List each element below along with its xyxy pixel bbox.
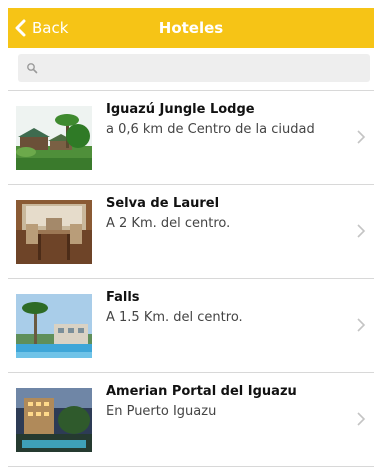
- hotel-row-amerian-portal-del-iguazu[interactable]: Amerian Portal del Iguazu En Puerto Igua…: [8, 373, 374, 467]
- hotel-row-iguazu-jungle-lodge[interactable]: Iguazú Jungle Lodge a 0,6 km de Centro d…: [8, 91, 374, 185]
- hotel-row-selva-de-laurel[interactable]: Selva de Laurel A 2 Km. del centro.: [8, 185, 374, 279]
- search-input[interactable]: [44, 60, 368, 76]
- search-icon: [27, 63, 38, 74]
- hotel-thumbnail-selva-de-laurel: [16, 200, 92, 264]
- search-bar: [8, 48, 374, 90]
- chevron-right-icon: [357, 130, 366, 144]
- chevron-left-icon: [15, 19, 26, 37]
- search-field-container[interactable]: [18, 54, 370, 82]
- hotel-name: Selva de Laurel: [106, 196, 220, 211]
- hotel-thumbnail-jungle-lodge: [16, 106, 92, 170]
- hotel-name: Amerian Portal del Iguazu: [106, 384, 297, 399]
- navigation-bar: Back Hoteles: [8, 8, 374, 48]
- hotel-row-falls[interactable]: Falls A 1.5 Km. del centro.: [8, 279, 374, 373]
- hotel-thumbnail-falls: [16, 294, 92, 358]
- back-button[interactable]: Back: [14, 8, 68, 48]
- hotel-list: Iguazú Jungle Lodge a 0,6 km de Centro d…: [8, 90, 374, 467]
- chevron-right-icon: [357, 318, 366, 332]
- chevron-right-icon: [357, 412, 366, 426]
- hotel-distance: En Puerto Iguazu: [106, 404, 217, 419]
- hotel-name: Iguazú Jungle Lodge: [106, 102, 255, 117]
- back-label: Back: [32, 19, 69, 37]
- hotel-distance: A 2 Km. del centro.: [106, 216, 231, 231]
- hotel-thumbnail-amerian-portal: [16, 388, 92, 452]
- hotel-distance: A 1.5 Km. del centro.: [106, 310, 243, 325]
- hotel-distance: a 0,6 km de Centro de la ciudad: [106, 122, 315, 137]
- hotel-name: Falls: [106, 290, 140, 305]
- chevron-right-icon: [357, 224, 366, 238]
